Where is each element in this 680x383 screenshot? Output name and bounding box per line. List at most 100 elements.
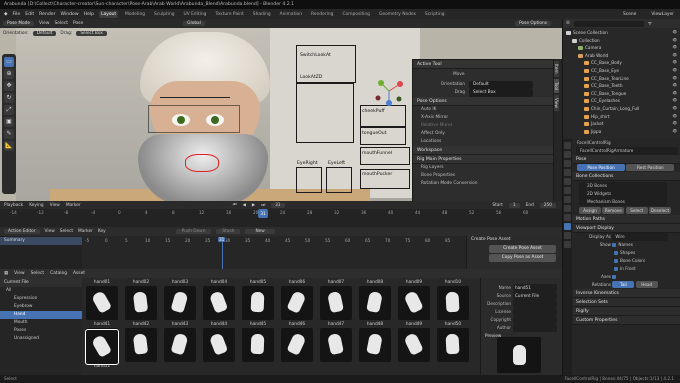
collection-mechanism-bones[interactable]: Mechanism Bones (579, 198, 667, 206)
auto-ik-checkbox[interactable]: Auto IK (413, 106, 553, 114)
outliner-item[interactable]: Jacket 👁 (563, 120, 680, 128)
measure-icon[interactable]: 📐 (4, 141, 14, 151)
outliner-item[interactable]: Chin_Curtain_Long_Full 👁 (563, 105, 680, 113)
relative-mirror-checkbox[interactable]: Relative Mirror (413, 122, 553, 130)
sidebar-tab-item[interactable]: Item (554, 61, 559, 77)
visibility-eye-icon[interactable]: 👁 (672, 67, 677, 75)
action-ruler[interactable]: -5 0 5 10 15 20 25 30 35 40 45 50 55 60 65 70 75 80 85 (85, 237, 465, 245)
locations-checkbox[interactable]: Locations (413, 138, 553, 146)
tab-sculpting[interactable]: Sculpting (152, 11, 177, 18)
copy-pose-asset-button[interactable]: Copy Pose as Asset (489, 254, 556, 262)
pose-menu[interactable]: Pose (73, 21, 83, 26)
catalog-item[interactable]: Hand (0, 311, 82, 319)
mode-selector[interactable]: Pose Mode (3, 21, 35, 26)
menu-render[interactable]: Render (39, 12, 55, 17)
create-pose-asset-button[interactable]: Create Pose Asset (489, 245, 556, 253)
asset-thumbnail[interactable]: hand48 (359, 322, 391, 364)
tab-compositing[interactable]: Compositing (340, 11, 372, 18)
play-icon[interactable]: ▶ (252, 203, 255, 208)
tab-rendering[interactable]: Rendering (309, 11, 335, 18)
asset-thumbnail[interactable]: hand42 (125, 322, 157, 364)
asset-browser[interactable]: ▦ View Select Catalog Asset Current File… (0, 269, 562, 375)
copyright-field[interactable] (513, 316, 557, 324)
tab-uv-editing[interactable]: UV Editing (182, 11, 209, 18)
library-selector[interactable]: Current File (0, 278, 82, 287)
current-frame-field[interactable]: 31 (271, 202, 285, 208)
asset-thumbnail[interactable]: hand03 (164, 280, 196, 322)
annotate-icon[interactable]: ✎ (4, 129, 14, 139)
object-name-field[interactable]: FacellControlRig (573, 139, 680, 147)
assign-button[interactable]: Assign (579, 207, 601, 214)
view-layer-selector[interactable]: ViewLayer (651, 12, 674, 17)
visibility-eye-icon[interactable]: 👁 (672, 59, 677, 67)
catalog-item[interactable]: Unassigned (0, 335, 82, 343)
scale-icon[interactable]: ⤢ (4, 105, 14, 115)
outliner-item[interactable]: CC_Base_Eye 👁 (563, 67, 680, 75)
end-frame-field[interactable]: 250 (539, 202, 556, 208)
asset-select-menu[interactable]: Select (31, 271, 45, 276)
navigation-gizmo[interactable] (372, 74, 406, 108)
rigify-section[interactable]: Rigify (573, 307, 680, 316)
menu-help[interactable]: Help (84, 12, 94, 17)
pose-options-dropdown[interactable]: Pose Options (515, 21, 551, 26)
visibility-eye-icon[interactable]: 👁 (672, 105, 677, 113)
visibility-eye-icon[interactable]: 👁 (672, 128, 677, 136)
outliner-item[interactable]: Collection 👁 (563, 37, 680, 45)
catalog-item[interactable]: Expression (0, 295, 82, 303)
transform-orientation[interactable]: Global (183, 21, 205, 26)
render-tab-icon[interactable] (564, 151, 571, 158)
timeline-playhead[interactable]: 31 (258, 209, 268, 218)
armature-name-field[interactable]: FacellControlRigArmature (576, 147, 678, 155)
outliner-item[interactable]: CC_Base_Tongue 👁 (563, 90, 680, 98)
drag-dropdown[interactable]: Select Box (76, 30, 107, 36)
blender-logo-icon[interactable]: ◆ (4, 12, 8, 17)
visibility-eye-icon[interactable]: 👁 (672, 97, 677, 105)
visibility-eye-icon[interactable]: 👁 (672, 113, 677, 121)
timeline-ruler[interactable]: -14 -12 -8 -4 0 4 8 12 16 20 24 28 32 36 40 44 48 52 56 60 (0, 209, 562, 218)
asset-thumbnail[interactable]: hand50 (437, 322, 469, 364)
tab-modeling[interactable]: Modeling (123, 11, 147, 18)
3d-viewport[interactable]: SwitchLookAt LookAtZD cheekPuff tongueOu… (0, 19, 562, 201)
armature-data-tab-icon[interactable] (564, 223, 571, 230)
np-drag-field[interactable]: Select Box (469, 89, 533, 97)
bone-constraint-tab-icon[interactable] (564, 241, 571, 248)
view-menu[interactable]: View (39, 21, 49, 26)
ae-view-menu[interactable]: View (45, 229, 55, 234)
visibility-eye-icon[interactable]: 👁 (672, 82, 677, 90)
asset-thumbnail[interactable]: hand01 (86, 280, 118, 322)
ae-marker-menu[interactable]: Marker (78, 229, 93, 234)
outliner[interactable]: ☰ ⛛ Scene Collection 👁 Collection 👁 Camera 👁 A… (562, 19, 680, 139)
asset-thumbnail[interactable]: hand02 (125, 280, 157, 322)
asset-thumbnail[interactable]: hand06 (281, 280, 313, 322)
tab-shading[interactable]: Shading (251, 11, 273, 18)
asset-thumbnail[interactable]: hand04 (203, 280, 235, 322)
viewport-display-section[interactable]: Viewport Display (573, 224, 680, 233)
relations-tail-toggle[interactable]: Tail (612, 281, 635, 288)
outliner-item[interactable]: Arab World 👁 (563, 52, 680, 60)
outliner-item[interactable]: CC_Eyelashes 👁 (563, 97, 680, 105)
outliner-display-icon[interactable]: ☰ (566, 21, 570, 26)
workspace-header[interactable]: Workspace (413, 146, 553, 155)
outliner-item[interactable]: Camera 👁 (563, 44, 680, 52)
outliner-item[interactable]: Hip_shirt 👁 (563, 113, 680, 121)
eyeleft-box[interactable] (326, 167, 352, 193)
push-down-button[interactable]: Push Down (175, 229, 212, 234)
timeline-marker-menu[interactable]: Marker (66, 203, 81, 208)
outliner-item[interactable]: CC_Base_TearLine 👁 (563, 75, 680, 83)
tab-geometry-nodes[interactable]: Geometry Nodes (377, 11, 418, 18)
pose-options-header[interactable]: Pose Options (413, 97, 553, 106)
tab-scripting[interactable]: Scripting (423, 11, 447, 18)
visibility-eye-icon[interactable]: 👁 (672, 44, 677, 52)
names-checkbox-icon[interactable] (612, 243, 617, 247)
deselect-button[interactable]: Deselect (649, 207, 672, 214)
in-front-checkbox-icon[interactable] (614, 267, 618, 271)
ae-select-menu[interactable]: Select (60, 229, 73, 234)
asset-editor-icon[interactable]: ▦ (4, 271, 8, 276)
cursor-icon[interactable]: ⊕ (4, 69, 14, 79)
remove-button[interactable]: Remove (602, 207, 625, 214)
menu-edit[interactable]: Edit (25, 12, 34, 17)
visibility-eye-icon[interactable]: 👁 (672, 75, 677, 83)
relations-head-toggle[interactable]: Head (635, 281, 658, 288)
select-menu[interactable]: Select (54, 21, 68, 26)
jump-end-icon[interactable]: ⏭ (261, 203, 265, 208)
